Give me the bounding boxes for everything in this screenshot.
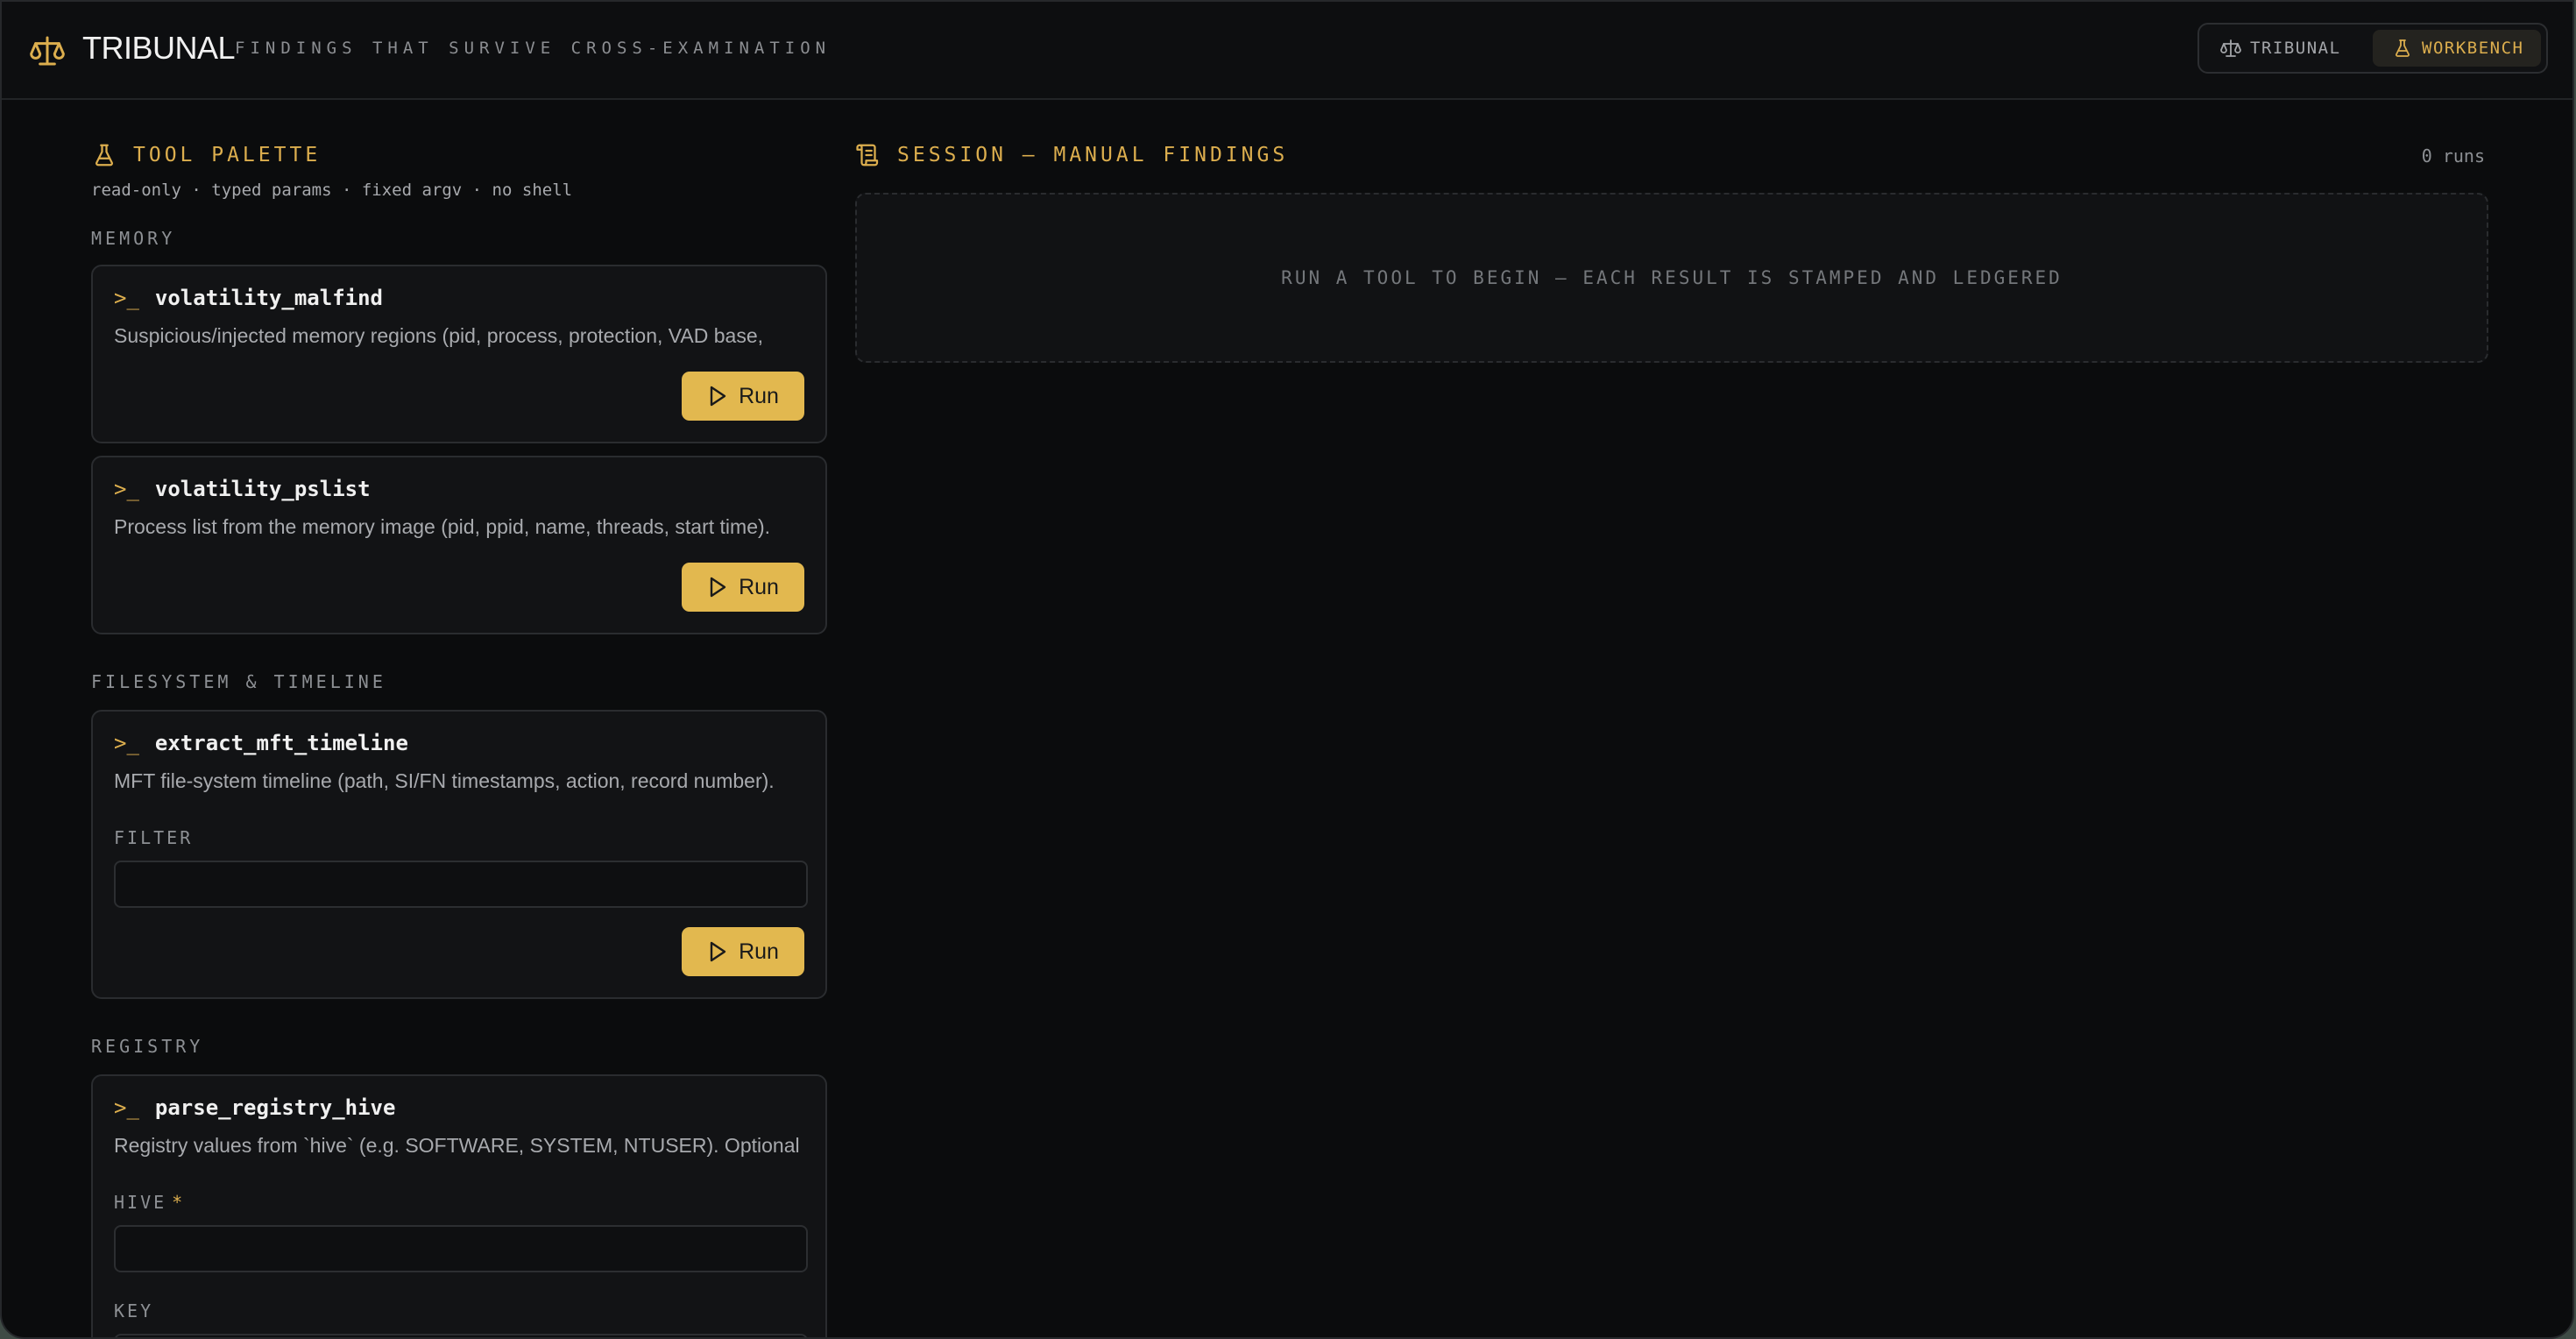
tool-card: >_ extract_mft_timeline MFT file-system … <box>91 710 827 999</box>
app-name: TRIBUNAL <box>82 30 236 66</box>
key-input[interactable] <box>114 1334 808 1337</box>
tool-description: Registry values from `hive` (e.g. SOFTWA… <box>114 1134 800 1157</box>
tool-name: volatility_pslist <box>154 477 371 501</box>
filter-input[interactable] <box>114 861 808 908</box>
mode-workbench-button[interactable]: WORKBENCH <box>2373 30 2541 67</box>
mode-workbench-label: WORKBENCH <box>2422 39 2524 58</box>
tool-description: Suspicious/injected memory regions (pid,… <box>114 324 764 347</box>
tool-description: MFT file-system timeline (path, SI/FN ti… <box>114 769 775 792</box>
run-button[interactable]: Run <box>682 563 804 612</box>
runs-count: 0 runs <box>2421 145 2485 166</box>
tool-card-header: >_ volatility_pslist <box>114 477 371 501</box>
flask-icon <box>96 144 113 166</box>
empty-state-message: RUN A TOOL TO BEGIN — EACH RESULT IS STA… <box>1281 267 2063 288</box>
mode-switch: TRIBUNAL WORKBENCH <box>2197 23 2548 74</box>
app-window: TRIBUNAL FINDINGS THAT SURVIVE CROSS-EXA… <box>0 0 2574 1339</box>
tool-palette-heading: TOOL PALETTE <box>91 142 321 168</box>
session-empty-state: RUN A TOOL TO BEGIN — EACH RESULT IS STA… <box>855 193 2488 363</box>
tool-name: extract_mft_timeline <box>154 731 408 755</box>
play-icon <box>710 577 726 598</box>
top-bar: TRIBUNAL FINDINGS THAT SURVIVE CROSS-EXA… <box>2 2 2572 100</box>
terminal-prompt-icon: >_ <box>114 477 139 501</box>
run-button-label: Run <box>739 939 779 964</box>
run-button[interactable]: Run <box>682 927 804 976</box>
mode-tribunal-button[interactable]: TRIBUNAL <box>2220 30 2378 67</box>
session-title: SESSION — MANUAL FINDINGS <box>897 144 1289 166</box>
tool-card-header: >_ parse_registry_hive <box>114 1095 395 1120</box>
scales-icon <box>30 36 65 66</box>
tool-card: >_ parse_registry_hive Registry values f… <box>91 1074 827 1337</box>
required-marker: * <box>172 1192 186 1213</box>
tool-card: >_ volatility_malfind Suspicious/injecte… <box>91 265 827 443</box>
filter-field-label: FILTER <box>114 827 194 848</box>
tool-card: >_ volatility_pslist Process list from t… <box>91 456 827 634</box>
terminal-prompt-icon: >_ <box>114 1095 139 1120</box>
tool-name: volatility_malfind <box>154 286 383 310</box>
key-field-label: KEY <box>114 1300 154 1321</box>
tool-card-header: >_ extract_mft_timeline <box>114 731 408 755</box>
group-label-filesystem: FILESYSTEM & TIMELINE <box>91 671 386 692</box>
app-tagline: FINDINGS THAT SURVIVE CROSS-EXAMINATION <box>235 39 832 58</box>
mode-tribunal-label: TRIBUNAL <box>2250 39 2341 58</box>
tool-description: Process list from the memory image (pid,… <box>114 515 771 538</box>
tool-card-header: >_ volatility_malfind <box>114 286 383 310</box>
tool-palette-title: TOOL PALETTE <box>133 144 322 166</box>
run-button-label: Run <box>739 383 779 408</box>
hive-label-text: HIVE <box>114 1192 167 1213</box>
run-button[interactable]: Run <box>682 372 804 421</box>
flask-icon <box>2396 39 2410 57</box>
scroll-icon <box>856 144 879 166</box>
terminal-prompt-icon: >_ <box>114 731 139 755</box>
group-label-memory: MEMORY <box>91 228 176 249</box>
session-heading: SESSION — MANUAL FINDINGS <box>855 142 1288 168</box>
tool-name: parse_registry_hive <box>154 1095 396 1120</box>
play-icon <box>710 941 726 962</box>
hive-field-label: HIVE * <box>114 1192 185 1213</box>
play-icon <box>710 386 726 407</box>
hive-input[interactable] <box>114 1225 808 1272</box>
scales-icon <box>2220 39 2241 57</box>
run-button-label: Run <box>739 574 779 599</box>
group-label-registry: REGISTRY <box>91 1036 204 1057</box>
terminal-prompt-icon: >_ <box>114 286 139 310</box>
tool-palette-subtitle: read-only · typed params · fixed argv · … <box>91 181 573 200</box>
